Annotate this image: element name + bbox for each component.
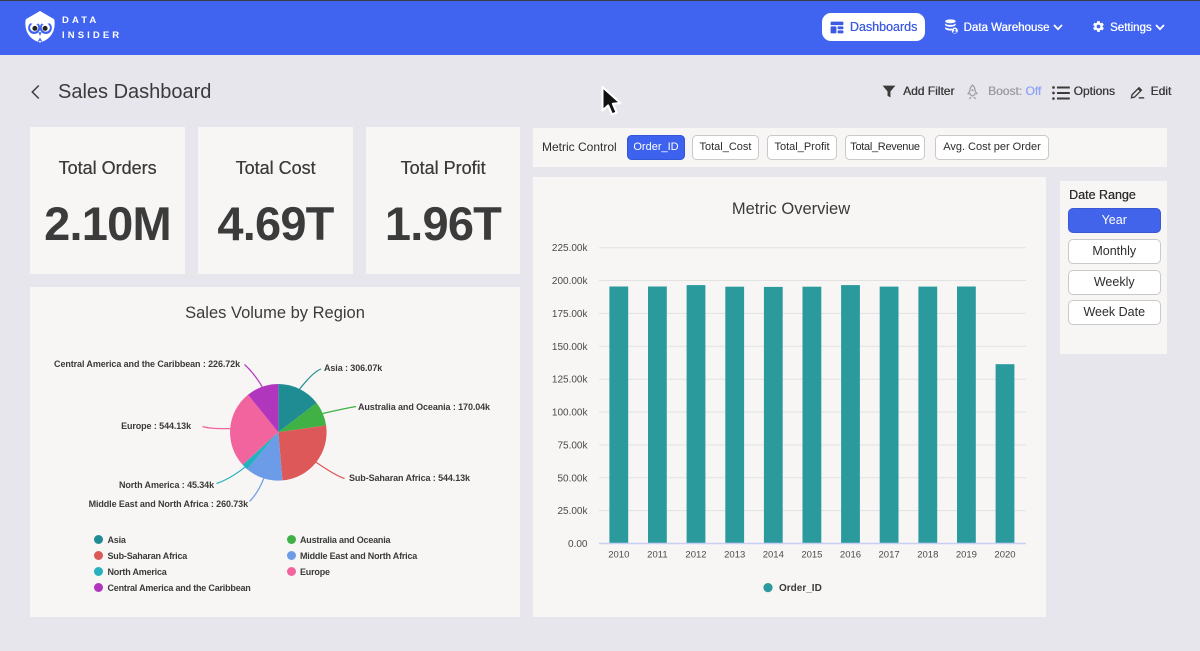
svg-text:200.00k: 200.00k — [552, 276, 589, 287]
svg-text:2010: 2010 — [608, 550, 629, 561]
svg-text:2011: 2011 — [647, 550, 667, 561]
svg-text:75.00k: 75.00k — [557, 440, 588, 451]
svg-text:2020: 2020 — [994, 550, 1015, 561]
svg-text:Order_ID: Order_ID — [779, 583, 822, 594]
svg-text:0.00: 0.00 — [568, 539, 588, 550]
svg-text:2016: 2016 — [840, 550, 861, 561]
svg-text:25.00k: 25.00k — [557, 506, 588, 517]
svg-text:2013: 2013 — [724, 550, 745, 561]
svg-text:2014: 2014 — [763, 550, 784, 561]
svg-text:175.00k: 175.00k — [552, 309, 589, 320]
svg-text:2019: 2019 — [956, 550, 977, 561]
svg-text:Metric Overview: Metric Overview — [732, 200, 850, 218]
svg-text:225.00k: 225.00k — [552, 243, 589, 254]
svg-text:2012: 2012 — [685, 550, 706, 561]
svg-text:150.00k: 150.00k — [552, 342, 589, 353]
svg-text:2018: 2018 — [917, 550, 938, 561]
svg-text:2015: 2015 — [801, 550, 822, 561]
svg-text:100.00k: 100.00k — [552, 408, 589, 419]
svg-text:2017: 2017 — [879, 550, 900, 561]
svg-text:50.00k: 50.00k — [557, 473, 588, 484]
svg-text:125.00k: 125.00k — [552, 375, 589, 386]
